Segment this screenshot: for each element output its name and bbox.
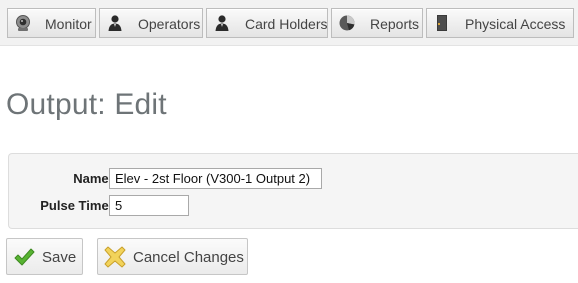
- nav-card-holders-button[interactable]: Card Holders: [206, 8, 328, 38]
- nav-operators-label: Operators: [138, 16, 201, 32]
- nav-monitor-button[interactable]: Monitor: [7, 8, 96, 38]
- top-nav: Monitor Operators Card Holders Reports P…: [0, 0, 578, 46]
- nav-operators-button[interactable]: Operators: [99, 8, 203, 38]
- save-button-label: Save: [42, 249, 77, 266]
- cancel-changes-button-label: Cancel Changes: [133, 249, 244, 266]
- user-icon: [106, 14, 124, 32]
- page-title: Output: Edit: [6, 88, 167, 121]
- nav-reports-button[interactable]: Reports: [331, 8, 423, 38]
- cancel-changes-button[interactable]: Cancel Changes: [97, 238, 248, 275]
- checkmark-icon: [13, 246, 35, 268]
- nav-card-holders-label: Card Holders: [245, 16, 328, 32]
- save-button[interactable]: Save: [6, 238, 83, 275]
- pulse-time-input[interactable]: [109, 195, 189, 216]
- nav-reports-label: Reports: [370, 16, 420, 32]
- nav-monitor-label: Monitor: [45, 16, 92, 32]
- name-label: Name:: [73, 171, 113, 186]
- pie-chart-icon: [338, 14, 356, 32]
- user-icon: [213, 14, 231, 32]
- door-icon: [433, 14, 451, 32]
- cancel-x-icon: [104, 246, 126, 268]
- nav-physical-access-label: Physical Access: [465, 16, 566, 32]
- output-form-panel: Name: Pulse Time:: [8, 153, 578, 229]
- name-input[interactable]: [109, 168, 322, 189]
- pulse-time-label: Pulse Time:: [40, 198, 113, 213]
- nav-physical-access-button[interactable]: Physical Access: [426, 8, 574, 38]
- webcam-icon: [14, 14, 32, 32]
